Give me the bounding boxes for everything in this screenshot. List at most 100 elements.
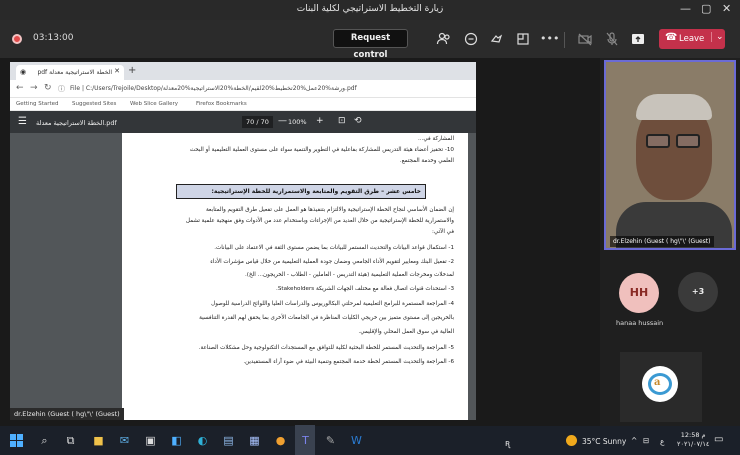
browser-favicon-icon: ◉ [20,68,27,76]
clock-time: 12:58 م [680,431,706,439]
recording-icon [12,34,22,44]
zoom-out-icon[interactable]: — [278,116,287,126]
page-indicator[interactable]: 70 / 70 [242,116,273,128]
windows-taskbar: ⌕ ⧉ ■ ✉ ▣ ◧ ◐ ▤ ▦ ● [0,426,740,455]
browser-tab-strip: ◉ pdf الخطة الاستراتيجية معدلة ✕ + [10,62,476,80]
window-titlebar: زيارة التخطيط الاستراتيجي لكلية البنات —… [0,0,740,20]
doc-line: 10- تحفيز أعضاء هيئة التدريس للمشاركة بف… [189,147,454,153]
people-tray-icon[interactable]: ꭆ [505,436,510,449]
forward-icon[interactable]: → [30,83,38,93]
more-icon[interactable]: ••• [540,31,559,47]
new-tab-button[interactable]: + [128,65,136,76]
window-title: زيارة التخطيط الاستراتيجي لكلية البنات [296,4,444,14]
participant-video-glasses [646,134,702,148]
tray-chevron-icon[interactable]: ^ [631,436,637,445]
doc-list-item: 1- استكمال قواعد البيانات والتحديث المست… [214,245,454,251]
weather-icon [566,435,577,446]
doc-list-item: 5- المراجعة والتحديث المستمر للخطة البحث… [198,345,454,351]
doc-line: المشاركة في... [418,136,454,142]
menu-icon[interactable]: ☰ [18,116,27,127]
bookmark-item[interactable]: Getting Started [16,101,59,107]
toolbar-separator [564,32,565,48]
chat-icon[interactable] [463,31,479,47]
pdf-file-name: الخطة الاستراتيجية معدلة.pdf [36,119,117,127]
maximize-icon[interactable]: ▢ [701,2,711,15]
zoom-in-icon[interactable]: + [316,116,324,126]
shared-browser-window: ◉ pdf الخطة الاستراتيجية معدلة ✕ + ← → ↻… [10,62,476,420]
search-icon[interactable]: ⌕ [36,432,53,449]
bookmark-item[interactable]: Web Slice Gallery [130,101,178,107]
people-icon[interactable] [436,31,452,47]
close-icon[interactable]: ✕ [722,2,731,15]
college-logo-icon: a [642,366,678,402]
info-icon[interactable]: ⓘ [58,84,65,94]
outlook-icon[interactable]: ◧ [168,432,185,449]
share-icon[interactable] [630,31,646,47]
zoom-level: 100% [288,118,307,126]
reactions-icon[interactable] [489,31,505,47]
doc-line: والاستمرارية للخطة الإستراتيجية من خلال … [185,218,454,224]
more-participants-button[interactable]: +3 [678,272,718,312]
task-view-icon[interactable]: ⧉ [62,432,79,449]
pdf-page: المشاركة في... 10- تحفيز أعضاء هيئة التد… [122,133,468,420]
leave-button[interactable]: ☎ Leave ⌄ [659,29,725,49]
doc-list-item: بالخريجين إلى مستوى متميز بين خريجي الكل… [199,315,454,321]
file-explorer-icon[interactable]: ■ [90,432,107,449]
doc-list-item: العالية في سوق العمل المحلي والإقليمي. [358,329,454,335]
rotate-icon[interactable]: ⟲ [354,116,362,126]
word-icon[interactable]: W [348,432,365,449]
bookmarks-bar: Getting Started Suggested Sites Web Slic… [10,98,476,111]
mic-icon[interactable] [604,31,620,47]
windows-start-icon[interactable] [10,434,23,447]
chrome-icon[interactable]: ● [272,432,289,449]
meeting-timer: 03:13:00 [33,33,74,43]
back-icon[interactable]: ← [16,83,24,93]
doc-list-item: 2- تفعيل البنك ومعايير لتقويم الأداء الج… [210,259,454,265]
avatar[interactable]: HH [619,273,659,313]
doc-line: العلمي وخدمة المجتمع. [399,158,454,164]
weather-text[interactable]: 35°C Sunny [582,437,626,446]
pdf-viewport[interactable]: المشاركة في... 10- تحفيز أعضاء هيئة التد… [10,133,476,420]
participant-name-label: hanaa hussain [616,319,664,327]
edge-icon[interactable]: ◐ [194,432,211,449]
fit-page-icon[interactable]: ⊡ [338,116,346,126]
paint-icon[interactable]: ✎ [322,432,339,449]
meeting-toolbar: 03:13:00 Request control ••• ☎ Leave ⌄ [0,20,740,60]
request-control-button[interactable]: Request control [333,29,408,60]
chevron-down-icon[interactable]: ⌄ [711,32,724,42]
network-icon[interactable]: ⊟ [643,436,649,445]
doc-list-item: 6- المراجعة والتحديث المستمر لخطة خدمة ا… [243,359,454,365]
participant-video-hair [636,94,712,120]
doc-list-item: 3- استحداث قنوات اتصال فعالة مع مختلف ال… [276,286,454,292]
store-icon[interactable]: ▣ [142,432,159,449]
app-icon[interactable]: ▦ [246,432,263,449]
clock-date: ٢٠٢١/٠٧/١٤ [677,440,710,448]
pdf-toolbar: ☰ الخطة الاستراتيجية معدلة.pdf 70 / 70 —… [10,111,476,133]
doc-line: في الآتي: [432,229,454,235]
participant-name-label: dr.Elzehin (Guest ( hg\"\' (Guest) [610,236,714,247]
tab-close-icon[interactable]: ✕ [114,67,120,75]
teams-icon[interactable]: T [297,432,314,449]
participant-logo-tile[interactable]: a [620,352,702,422]
reload-icon[interactable]: ↻ [44,83,52,93]
doc-line: إن الضمان الأساسي لنجاح الخطة الإستراتيج… [205,207,454,213]
minimize-icon[interactable]: — [680,2,691,15]
address-bar: ← → ↻ ⓘ File | C:/Users/Trejoile/Desktop… [10,80,476,98]
presenter-name-tag: dr.Elzehin (Guest ( hg\"\' (Guest) [10,408,124,420]
mail-icon[interactable]: ✉ [116,432,133,449]
browser-tab[interactable]: ◉ pdf الخطة الاستراتيجية معدلة ✕ [16,65,124,80]
camera-icon[interactable] [577,31,593,47]
phone-icon: ☎ [665,32,678,43]
url-field[interactable]: File | C:/Users/Trejoile/Desktop/ورشة%20… [70,85,466,92]
notification-icon[interactable]: ▭ [714,434,723,445]
section-heading: خامس عشر – طرق التقويم والمتابعة والاستم… [176,184,426,199]
doc-list-item: 4- المراجعة المستمرة للبرامج التعليمية ل… [211,301,454,307]
bookmark-item[interactable]: Suggested Sites [72,101,116,107]
doc-list-item: لمدخلات ومخرجات العملية التعليمية (هيئة … [245,272,454,278]
taskbar-clock[interactable]: 12:58 م ٢٠٢١/٠٧/١٤ [677,431,709,449]
language-indicator[interactable]: ع [660,437,664,446]
rooms-icon[interactable] [515,31,531,47]
photos-icon[interactable]: ▤ [220,432,237,449]
participant-video-tile[interactable]: dr.Elzehin (Guest ( hg\"\' (Guest) [604,60,736,250]
bookmark-item[interactable]: Firefox Bookmarks [196,101,247,107]
